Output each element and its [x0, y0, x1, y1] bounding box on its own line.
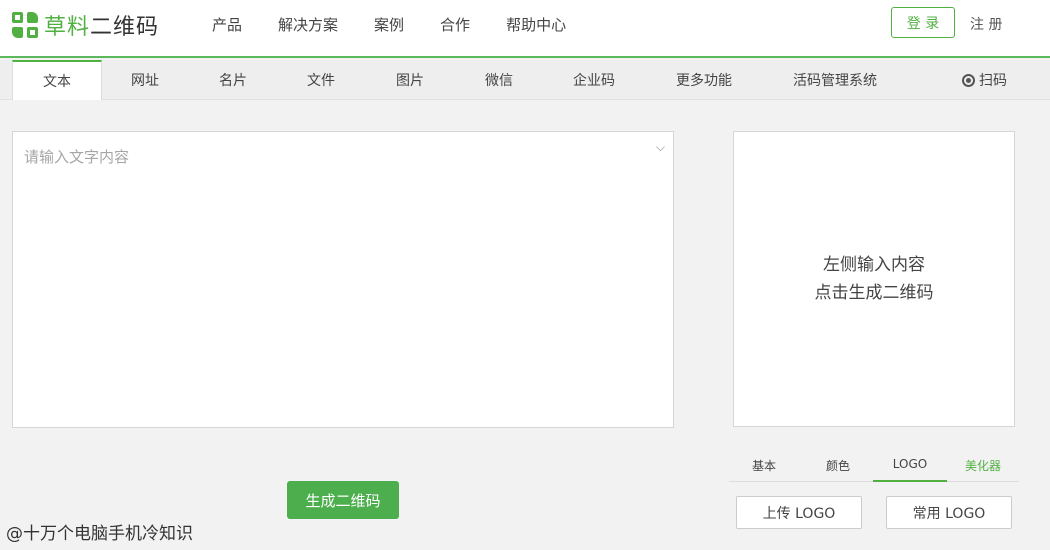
nav-cases[interactable]: 案例	[374, 14, 404, 35]
login-button[interactable]: 登 录	[891, 7, 955, 38]
preview-hint-line2: 点击生成二维码	[814, 283, 934, 303]
style-tabs: 基本 颜色 LOGO 美化器	[729, 448, 1019, 482]
chevron-down-icon[interactable]: ⌵	[656, 140, 665, 155]
qr-logo-icon	[12, 12, 38, 38]
tab-image[interactable]: 图片	[375, 60, 445, 100]
style-tab-logo[interactable]: LOGO	[873, 448, 947, 482]
watermark-text: @十万个电脑手机冷知识	[6, 524, 193, 544]
nav-help-center[interactable]: 帮助中心	[506, 14, 566, 35]
tab-enterprise-code[interactable]: 企业码	[558, 60, 630, 100]
top-nav: 产品 解决方案 案例 合作 帮助中心	[212, 14, 602, 35]
feature-tabs: 文本 网址 名片 文件 图片 微信 企业码 更多功能 活码管理系统 扫码	[0, 60, 1050, 100]
style-tab-color[interactable]: 颜色	[815, 448, 861, 482]
scan-label: 扫码	[979, 73, 1007, 89]
generate-qr-button[interactable]: 生成二维码	[287, 481, 399, 519]
style-tab-beautifier[interactable]: 美化器	[959, 448, 1007, 482]
tab-url[interactable]: 网址	[110, 60, 180, 100]
nav-partners[interactable]: 合作	[440, 14, 470, 35]
register-link[interactable]: 注 册	[970, 14, 1002, 34]
qr-preview-panel: 左侧输入内容 点击生成二维码	[733, 131, 1015, 427]
tab-more-features[interactable]: 更多功能	[668, 60, 740, 100]
tab-wechat[interactable]: 微信	[464, 60, 534, 100]
camera-icon	[962, 73, 975, 87]
common-logo-button[interactable]: 常用 LOGO	[886, 496, 1012, 529]
brand-name: 草料二维码	[44, 15, 160, 40]
nav-products[interactable]: 产品	[212, 14, 242, 35]
tab-business-card[interactable]: 名片	[198, 60, 268, 100]
site-header: 草料二维码 产品 解决方案 案例 合作 帮助中心 登 录 注 册	[0, 0, 1050, 58]
upload-logo-button[interactable]: 上传 LOGO	[736, 496, 862, 529]
text-content-input[interactable]	[13, 132, 673, 427]
preview-hint-line1: 左侧输入内容	[823, 255, 925, 275]
tab-text[interactable]: 文本	[12, 60, 102, 100]
nav-solutions[interactable]: 解决方案	[278, 14, 338, 35]
text-editor: ⌵	[12, 131, 674, 428]
style-tab-basic[interactable]: 基本	[741, 448, 787, 482]
tab-file[interactable]: 文件	[286, 60, 356, 100]
tab-live-code-system[interactable]: 活码管理系统	[785, 60, 885, 100]
scan-button[interactable]: 扫码	[962, 60, 1007, 100]
brand-logo[interactable]: 草料二维码	[12, 9, 159, 41]
